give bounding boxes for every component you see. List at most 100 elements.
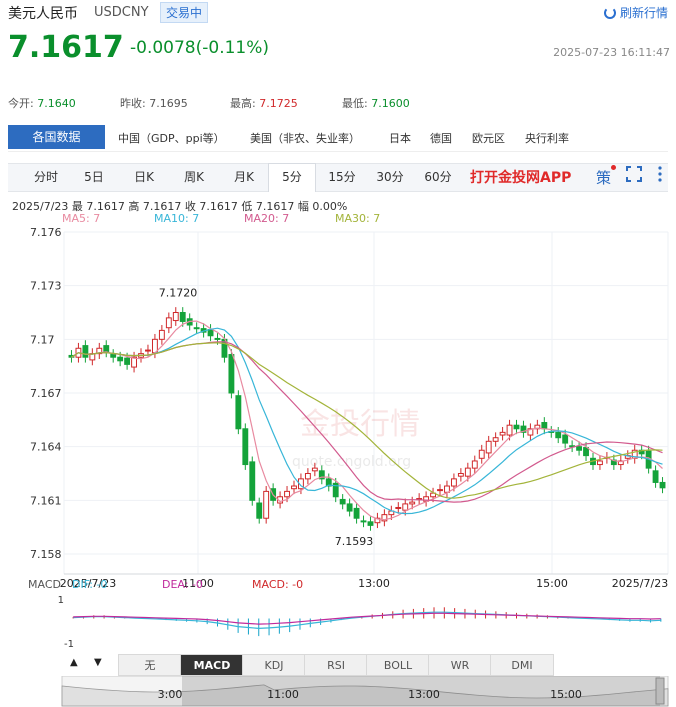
nav-eurozone[interactable]: 欧元区 bbox=[472, 130, 505, 146]
candle-body bbox=[228, 354, 235, 394]
indicator-macd[interactable]: MACD bbox=[180, 654, 244, 676]
indicator-boll[interactable]: BOLL bbox=[366, 654, 430, 676]
candle-body bbox=[124, 357, 131, 365]
candle-body bbox=[145, 349, 151, 352]
indicator-none[interactable]: 无 bbox=[118, 654, 182, 676]
navigator-label: 11:00 bbox=[267, 688, 299, 701]
candle-body bbox=[659, 481, 666, 489]
stat-high: 最高: 7.1725 bbox=[230, 97, 298, 110]
tab-15min[interactable]: 15分 bbox=[320, 164, 364, 191]
tab-5day[interactable]: 5日 bbox=[72, 164, 116, 191]
candle-body bbox=[555, 431, 562, 439]
indicator-wr[interactable]: WR bbox=[428, 654, 492, 676]
candle-body bbox=[235, 395, 242, 430]
candle-body bbox=[165, 317, 172, 329]
nav-germany[interactable]: 德国 bbox=[430, 130, 452, 146]
candle-body bbox=[242, 428, 249, 466]
macd-dea: DEA: -0 bbox=[162, 578, 203, 591]
candle-body bbox=[304, 473, 311, 480]
candle-body bbox=[562, 434, 569, 444]
y-tick-label: 7.158 bbox=[30, 548, 62, 561]
y-tick-label: 7.17 bbox=[30, 333, 55, 346]
indicator-kdj[interactable]: KDJ bbox=[242, 654, 306, 676]
x-tick-label: 15:00 bbox=[536, 577, 568, 590]
nav-usa[interactable]: 美国（非农、失业率） bbox=[250, 130, 360, 146]
candle-body bbox=[464, 467, 471, 477]
candle-body bbox=[492, 437, 499, 442]
macd-y-tick: -1 bbox=[64, 639, 74, 650]
candle-body bbox=[346, 503, 353, 512]
tab-monthly-k[interactable]: 月K bbox=[222, 164, 266, 191]
candle-body bbox=[117, 356, 124, 362]
candle-body bbox=[353, 507, 360, 519]
candle-body bbox=[576, 446, 583, 451]
more-icon[interactable] bbox=[656, 166, 664, 186]
candle-body bbox=[499, 431, 506, 436]
dif-line bbox=[73, 611, 661, 630]
navigator-handle bbox=[655, 677, 665, 705]
candle-body bbox=[367, 521, 374, 526]
watermark-text: 金投行情 bbox=[300, 407, 420, 442]
fullscreen-icon[interactable] bbox=[626, 166, 642, 186]
quote-time: 2025-07-23 16:11:47 bbox=[553, 46, 670, 59]
tab-60min[interactable]: 60分 bbox=[416, 164, 460, 191]
indicator-tabs: 无 MACD KDJ RSI BOLL WR DMI bbox=[60, 654, 666, 676]
open-app-link[interactable]: 打开金投网APP bbox=[470, 167, 571, 187]
y-tick-label: 7.176 bbox=[30, 226, 62, 239]
candle-body bbox=[402, 503, 409, 511]
candle-body bbox=[82, 345, 89, 358]
candle-body bbox=[263, 490, 270, 519]
stat-open: 今开: 7.1640 bbox=[8, 97, 76, 110]
y-tick-label: 7.173 bbox=[30, 280, 62, 293]
candle-body bbox=[179, 312, 186, 322]
candle-body bbox=[652, 470, 659, 483]
candle-body bbox=[437, 489, 443, 492]
candle-body bbox=[339, 498, 346, 505]
navigator-label: 3:00 bbox=[158, 688, 183, 701]
candle-body bbox=[103, 345, 110, 353]
candle-body bbox=[172, 312, 179, 322]
tab-timeshare[interactable]: 分时 bbox=[22, 164, 70, 191]
candle-body bbox=[541, 422, 548, 430]
candle-body bbox=[395, 506, 402, 509]
current-price: 7.1617 bbox=[8, 30, 124, 65]
indicator-rsi[interactable]: RSI bbox=[304, 654, 368, 676]
time-navigator[interactable]: 3:00 11:00 13:00 15:00 bbox=[0, 676, 676, 707]
instrument-code: USDCNY bbox=[94, 5, 149, 20]
candle-body bbox=[214, 337, 221, 340]
nav-country-data[interactable]: 各国数据 bbox=[8, 125, 105, 149]
nav-central-bank-rate[interactable]: 央行利率 bbox=[525, 130, 569, 146]
candle-body bbox=[193, 327, 200, 330]
candle-body bbox=[291, 485, 297, 490]
candle-body bbox=[513, 424, 520, 430]
candle-body bbox=[284, 490, 290, 498]
status-badge: 交易中 bbox=[160, 2, 209, 23]
nav-china[interactable]: 中国（GDP、ppi等） bbox=[118, 130, 225, 146]
tab-weekly-k[interactable]: 周K bbox=[172, 164, 216, 191]
indicator-dmi[interactable]: DMI bbox=[490, 654, 554, 676]
tab-daily-k[interactable]: 日K bbox=[122, 164, 166, 191]
candle-body bbox=[158, 329, 165, 340]
macd-value: MACD: -0 bbox=[252, 578, 304, 591]
macd-y-tick: 1 bbox=[58, 595, 64, 606]
tab-30min[interactable]: 30分 bbox=[368, 164, 412, 191]
nav-japan[interactable]: 日本 bbox=[389, 130, 411, 146]
candle-body bbox=[506, 424, 513, 436]
x-tick-label: 2025/7/23 bbox=[612, 577, 668, 590]
strategy-icon[interactable]: 策 bbox=[596, 165, 617, 188]
high-annotation: 7.1720 bbox=[159, 286, 198, 299]
candle-body bbox=[597, 460, 603, 466]
candle-body bbox=[450, 478, 457, 487]
refresh-button[interactable]: 刷新行情 bbox=[603, 4, 668, 21]
candle-body bbox=[471, 460, 478, 469]
stat-low: 最低: 7.1600 bbox=[342, 97, 410, 110]
macd-title: MACD bbox=[28, 578, 61, 591]
candle-body bbox=[207, 328, 214, 337]
x-tick-label: 13:00 bbox=[358, 577, 390, 590]
price-change: -0.0078(-0.11%) bbox=[130, 38, 270, 58]
tab-5min[interactable]: 5分 bbox=[268, 163, 316, 192]
candle-body bbox=[311, 467, 318, 472]
y-tick-label: 7.161 bbox=[30, 494, 62, 507]
stat-prev-close: 昨收: 7.1695 bbox=[120, 97, 188, 110]
candle-body bbox=[110, 354, 117, 358]
